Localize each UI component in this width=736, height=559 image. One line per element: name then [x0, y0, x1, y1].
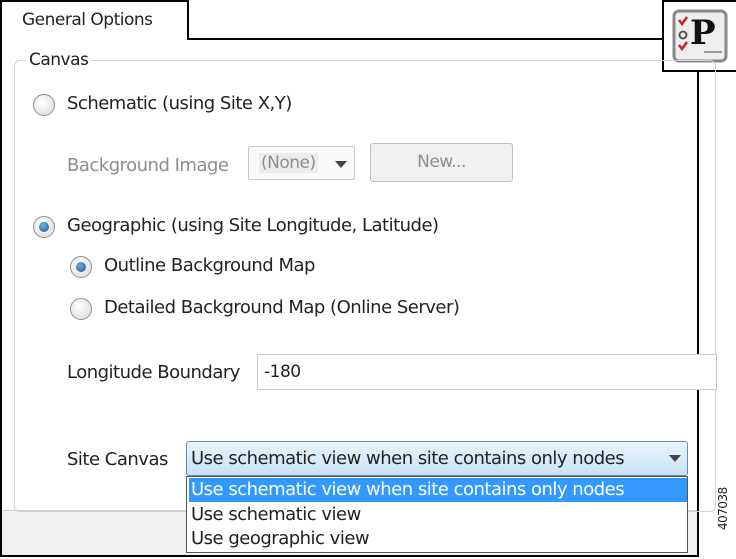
chevron-down-icon — [335, 161, 347, 168]
figure-id: 407038 — [716, 487, 730, 530]
chevron-down-icon — [669, 455, 681, 462]
geographic-radio[interactable] — [33, 216, 55, 238]
site-canvas-select[interactable]: Use schematic view when site contains on… — [186, 441, 688, 476]
detailed-map-label: Detailed Background Map (Online Server) — [104, 297, 460, 318]
background-image-label: Background Image — [67, 155, 229, 176]
longitude-input[interactable]: -180 — [257, 354, 717, 390]
outline-map-label: Outline Background Map — [104, 255, 315, 276]
background-image-value: (None) — [259, 153, 318, 173]
detailed-map-radio[interactable] — [70, 298, 92, 320]
site-canvas-label: Site Canvas — [67, 449, 168, 470]
site-canvas-dropdown-list: Use schematic view when site contains on… — [186, 476, 688, 553]
schematic-radio[interactable] — [33, 94, 55, 116]
longitude-value: -180 — [264, 362, 301, 382]
tab-label: General Options — [22, 10, 153, 30]
dropdown-option[interactable]: Use schematic view — [189, 503, 687, 527]
background-image-select[interactable]: (None) — [248, 146, 355, 180]
schematic-label: Schematic (using Site X,Y) — [67, 93, 292, 114]
tab-general-options[interactable]: General Options — [0, 0, 189, 40]
geographic-label: Geographic (using Site Longitude, Latitu… — [67, 215, 439, 236]
new-button[interactable]: New... — [370, 143, 513, 182]
icon-letter: P — [690, 13, 715, 53]
site-canvas-value: Use schematic view when site contains on… — [191, 448, 625, 469]
longitude-label: Longitude Boundary — [67, 362, 240, 383]
dropdown-option[interactable]: Use schematic view when site contains on… — [189, 478, 687, 502]
dropdown-option[interactable]: Use geographic view — [189, 527, 687, 551]
outline-map-radio[interactable] — [70, 256, 92, 278]
group-label: Canvas — [26, 50, 92, 70]
